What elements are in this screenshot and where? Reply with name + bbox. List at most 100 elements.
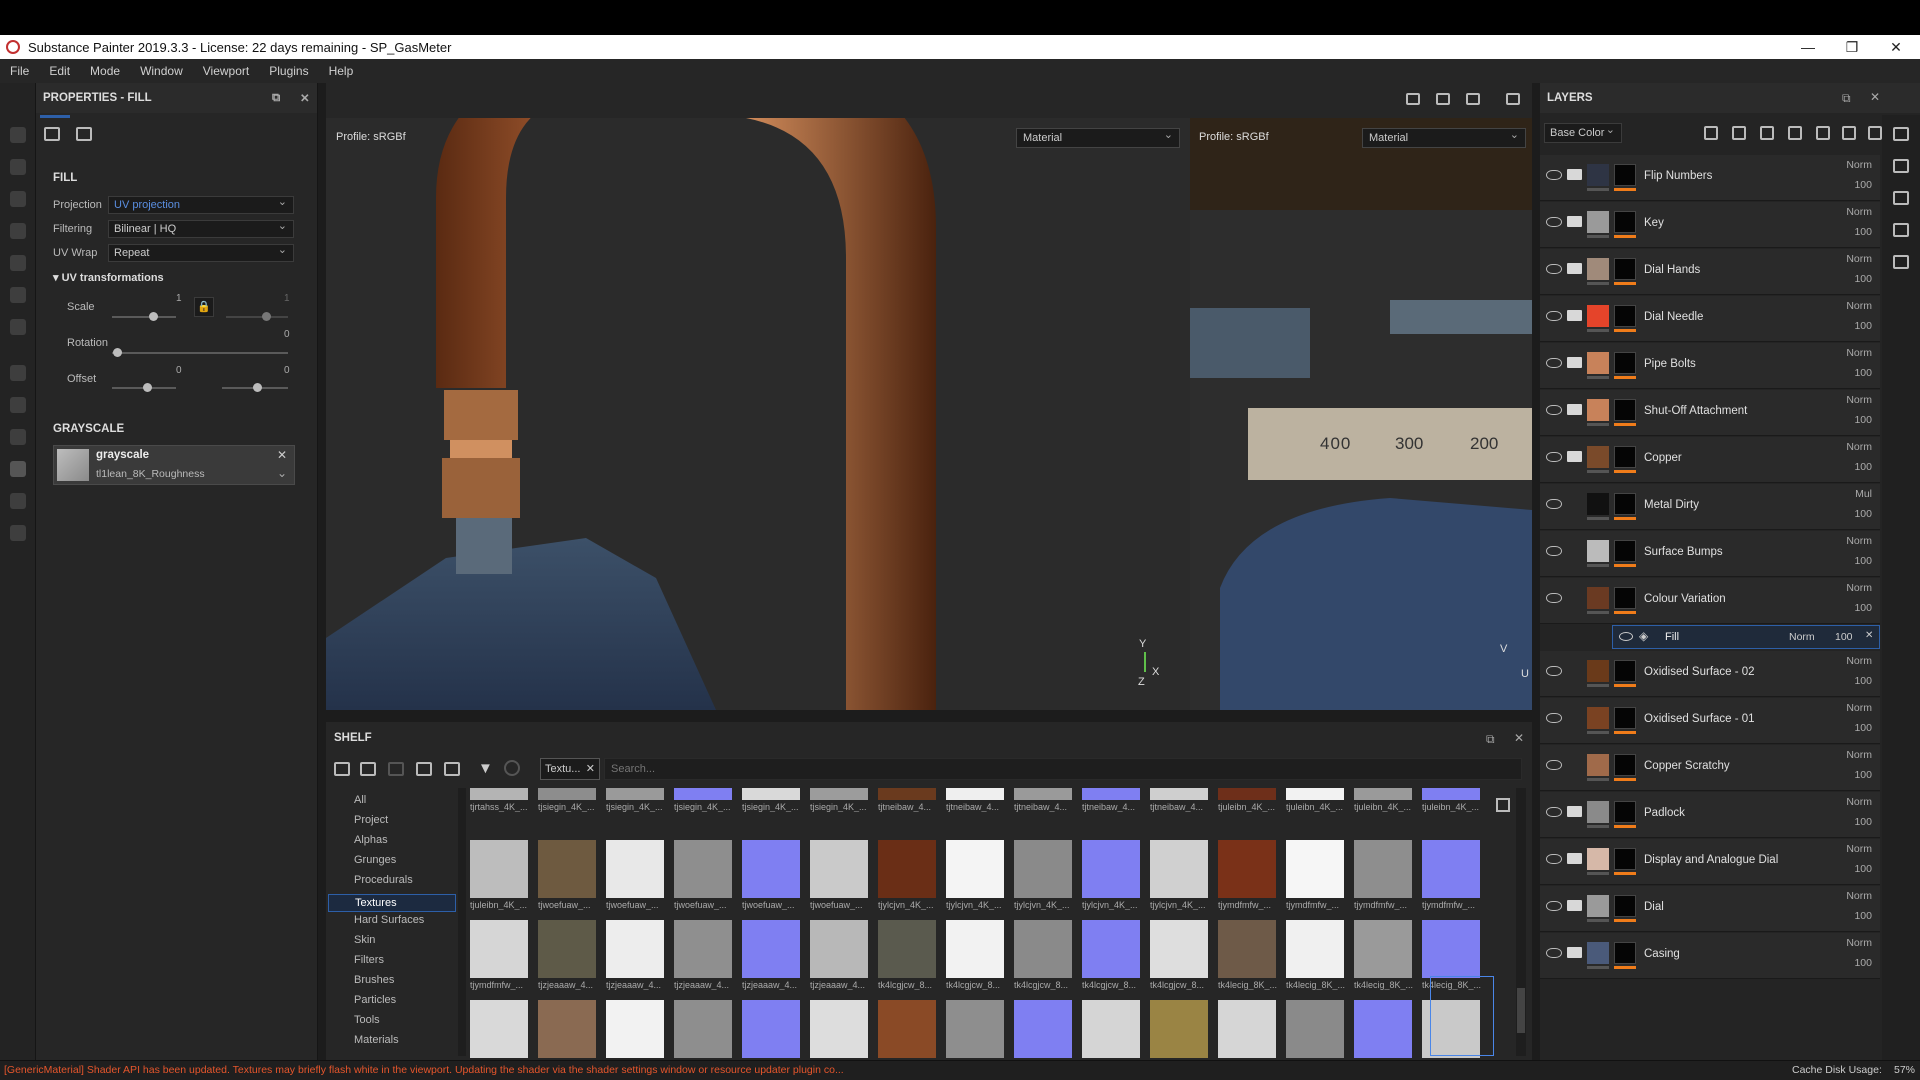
eye-icon[interactable] bbox=[1546, 666, 1562, 676]
eye-icon[interactable] bbox=[1546, 948, 1562, 958]
rotation-slider-track[interactable] bbox=[112, 352, 288, 354]
mask-thumbnail[interactable] bbox=[1614, 707, 1636, 729]
eye-icon[interactable] bbox=[1546, 593, 1562, 603]
shelf-category-item[interactable]: Skin bbox=[354, 934, 375, 946]
layer-row[interactable]: Oxidised Surface - 01 Norm 100 bbox=[1540, 698, 1880, 744]
shelf-category-item[interactable]: Alphas bbox=[354, 834, 388, 846]
mask-thumbnail[interactable] bbox=[1614, 258, 1636, 280]
texture-tile[interactable] bbox=[1082, 1000, 1140, 1058]
bake-icon[interactable] bbox=[10, 397, 26, 413]
layer-opacity[interactable]: 100 bbox=[1854, 675, 1872, 687]
layer-opacity[interactable]: 100 bbox=[1854, 816, 1872, 828]
layer-opacity[interactable]: 100 bbox=[1854, 863, 1872, 875]
layer-opacity[interactable]: 100 bbox=[1854, 769, 1872, 781]
grayscale-slot[interactable]: grayscale tl1lean_8K_Roughness ✕ ⌄ bbox=[53, 445, 295, 485]
menu-help[interactable]: Help bbox=[319, 64, 364, 78]
projection-dropdown[interactable]: UV projection bbox=[108, 194, 294, 214]
layer-row[interactable]: Pipe Bolts Norm 100 bbox=[1540, 343, 1880, 389]
folder-icon[interactable] bbox=[1567, 310, 1582, 321]
layer-row[interactable]: Dial Norm 100 bbox=[1540, 886, 1880, 932]
texture-tile[interactable] bbox=[1286, 788, 1344, 800]
texture-tile[interactable] bbox=[878, 920, 936, 978]
texture-tile[interactable] bbox=[1082, 788, 1140, 800]
material-tab-icon[interactable] bbox=[44, 127, 60, 141]
offset-v-slider-knob[interactable] bbox=[253, 383, 262, 392]
texture-tile[interactable] bbox=[878, 788, 936, 800]
shelf-category-item[interactable]: Materials bbox=[354, 1034, 399, 1046]
folder-icon[interactable] bbox=[1567, 853, 1582, 864]
float-panel-icon[interactable]: ⧉ bbox=[1486, 732, 1495, 747]
blend-mode[interactable]: Norm bbox=[1846, 582, 1872, 594]
smudge-icon[interactable] bbox=[10, 255, 26, 271]
settings-icon[interactable] bbox=[10, 365, 26, 381]
blend-mode[interactable]: Norm bbox=[1846, 347, 1872, 359]
blend-mode[interactable]: Norm bbox=[1846, 843, 1872, 855]
shelf-category-item[interactable]: Brushes bbox=[354, 974, 394, 986]
blend-mode[interactable]: Norm bbox=[1846, 300, 1872, 312]
render-icon[interactable] bbox=[1436, 93, 1450, 105]
export-icon[interactable] bbox=[10, 493, 26, 509]
layer-row[interactable]: Casing Norm 100 bbox=[1540, 933, 1880, 979]
history-icon[interactable] bbox=[1893, 223, 1909, 237]
layer-row[interactable]: Key Norm 100 bbox=[1540, 202, 1880, 248]
minimize-icon[interactable]: — bbox=[1786, 35, 1830, 59]
layer-opacity[interactable]: 100 bbox=[1854, 957, 1872, 969]
blend-mode[interactable]: Norm bbox=[1846, 535, 1872, 547]
texture-tile[interactable] bbox=[470, 788, 528, 800]
mask-thumbnail[interactable] bbox=[1614, 848, 1636, 870]
menu-window[interactable]: Window bbox=[130, 64, 193, 78]
texture-tile[interactable] bbox=[1218, 840, 1276, 898]
shelf-category-item[interactable]: Project bbox=[354, 814, 388, 826]
texture-tile[interactable] bbox=[1218, 920, 1276, 978]
layer-row[interactable]: Copper Norm 100 bbox=[1540, 437, 1880, 483]
add-folder-icon[interactable] bbox=[1842, 126, 1856, 140]
layer-opacity[interactable]: 100 bbox=[1854, 179, 1872, 191]
float-panel-icon[interactable]: ⧉ bbox=[272, 92, 280, 105]
folder-icon[interactable] bbox=[1567, 357, 1582, 368]
layer-opacity[interactable]: 100 bbox=[1854, 602, 1872, 614]
shelf-category-item[interactable]: Procedurals bbox=[354, 874, 413, 886]
eye-icon[interactable] bbox=[1546, 546, 1562, 556]
channel-dropdown[interactable]: Base Color bbox=[1544, 121, 1622, 143]
texture-tile[interactable] bbox=[674, 920, 732, 978]
shelf-category-item[interactable]: Tools bbox=[354, 1014, 380, 1026]
close-window-icon[interactable]: ✕ bbox=[1874, 35, 1918, 59]
blend-mode[interactable]: Norm bbox=[1846, 796, 1872, 808]
texture-tile[interactable] bbox=[1422, 788, 1480, 800]
shelf-category-item[interactable]: Hard Surfaces bbox=[354, 914, 424, 926]
camera-icon[interactable] bbox=[1466, 93, 1480, 105]
texture-tile[interactable] bbox=[538, 1000, 596, 1058]
folder-icon[interactable] bbox=[1567, 900, 1582, 911]
eraser-icon[interactable] bbox=[10, 159, 26, 175]
blend-mode[interactable]: Mul bbox=[1855, 488, 1872, 500]
texture-tile[interactable] bbox=[538, 840, 596, 898]
grayscale-tab-icon[interactable] bbox=[76, 127, 92, 141]
chevron-down-icon[interactable]: ⌄ bbox=[277, 466, 287, 480]
blend-mode[interactable]: Norm bbox=[1846, 937, 1872, 949]
grid-view-icon[interactable] bbox=[1496, 798, 1510, 812]
close-panel-icon[interactable]: ✕ bbox=[1870, 90, 1880, 104]
layer-opacity[interactable]: 100 bbox=[1854, 273, 1872, 285]
restore-icon[interactable]: ❐ bbox=[1830, 35, 1874, 59]
add-effect-icon[interactable] bbox=[1704, 126, 1718, 140]
layer-opacity[interactable]: 100 bbox=[1854, 367, 1872, 379]
texture-tile[interactable] bbox=[878, 840, 936, 898]
close-panel-icon[interactable]: ✕ bbox=[1514, 731, 1524, 745]
texture-tile[interactable] bbox=[674, 788, 732, 800]
texture-tile[interactable] bbox=[1286, 1000, 1344, 1058]
fill-effect-row[interactable]: ◈ Fill Norm 100 ✕ bbox=[1612, 625, 1880, 649]
mask-thumbnail[interactable] bbox=[1614, 660, 1636, 682]
folder-icon[interactable] bbox=[1567, 806, 1582, 817]
material-dropdown-right[interactable]: Material bbox=[1362, 126, 1526, 148]
blend-mode[interactable]: Norm bbox=[1846, 206, 1872, 218]
texture-tile[interactable] bbox=[946, 920, 1004, 978]
texture-tile[interactable] bbox=[1218, 788, 1276, 800]
layer-row[interactable]: Padlock Norm 100 bbox=[1540, 792, 1880, 838]
texture-tile[interactable] bbox=[1082, 920, 1140, 978]
layer-opacity[interactable]: 100 bbox=[1854, 910, 1872, 922]
add-mask-icon[interactable] bbox=[1732, 126, 1746, 140]
blend-mode[interactable]: Norm bbox=[1846, 749, 1872, 761]
menu-edit[interactable]: Edit bbox=[39, 64, 80, 78]
uv-transform-section[interactable]: ▾ UV transformations bbox=[53, 271, 164, 284]
texture-tile[interactable] bbox=[606, 920, 664, 978]
